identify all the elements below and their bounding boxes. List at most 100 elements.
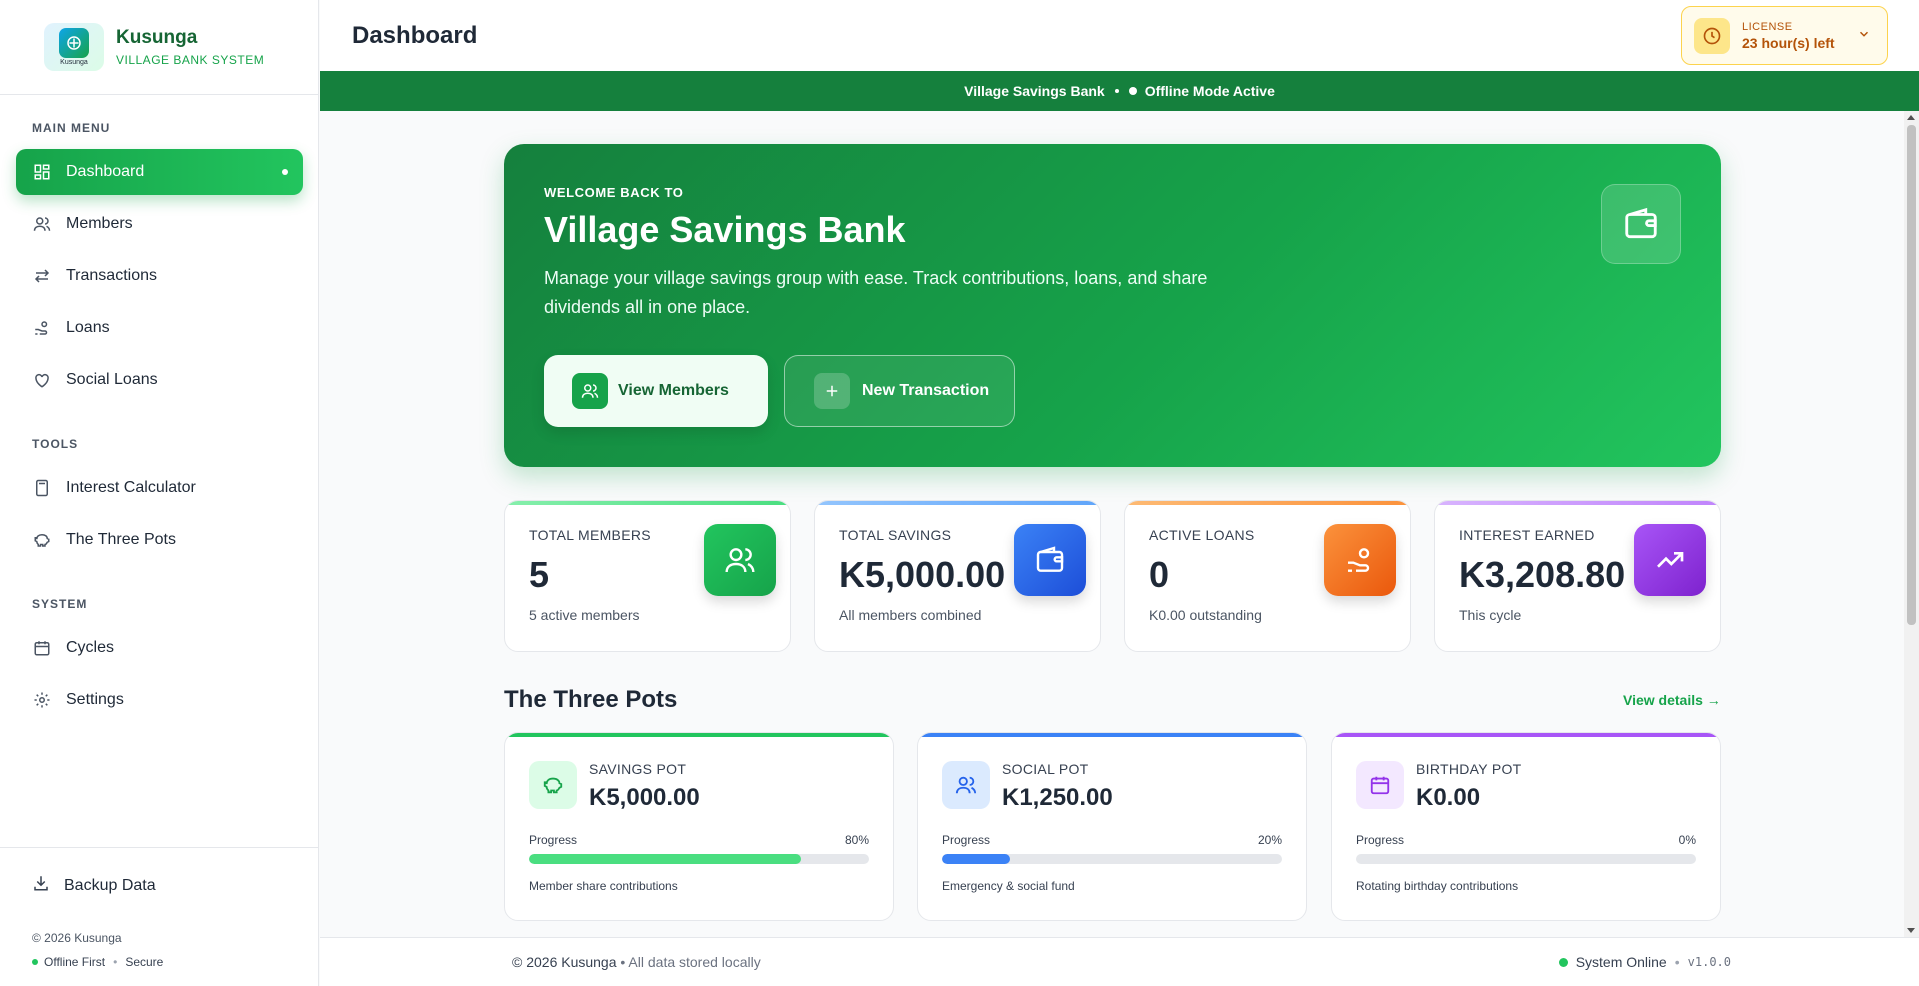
scroll-down-arrow[interactable] (1907, 928, 1915, 933)
stat-value: K3,208.80 (1459, 554, 1626, 595)
download-icon (32, 874, 50, 897)
pot-value: K1,250.00 (1002, 784, 1113, 811)
dashboard-icon (32, 162, 52, 182)
backup-data-button[interactable]: Backup Data (32, 874, 156, 897)
view-details-link[interactable]: View details → (1623, 692, 1721, 708)
pot-accent-bar (1332, 733, 1720, 737)
pot-label: SAVINGS POT (589, 761, 687, 777)
brand-name: Kusunga (116, 27, 198, 48)
calendar-icon (32, 638, 52, 658)
pot-accent-bar (505, 733, 893, 737)
system-status: System Online (1575, 954, 1667, 970)
calculator-icon (32, 478, 52, 498)
footer-right: System Online • v1.0.0 (1558, 954, 1731, 970)
users-icon (942, 761, 990, 809)
progress-percent: 20% (1257, 833, 1282, 847)
banner-bank-name: Village Savings Bank (964, 83, 1105, 99)
progress-track (942, 854, 1282, 864)
wallet-icon (1601, 184, 1681, 264)
users-icon (32, 214, 52, 234)
progress-label: Progress (1356, 833, 1405, 847)
flag-separator: • (113, 955, 118, 969)
stat-sub: This cycle (1459, 607, 1522, 623)
pot-card-birthday: BIRTHDAY POT K0.00 Progress 0% Rotating … (1331, 732, 1721, 921)
topbar: Dashboard LICENSE 23 hour(s) left (320, 0, 1919, 71)
progress-track (1356, 854, 1696, 864)
pot-value: K0.00 (1416, 784, 1481, 811)
sidebar-item-label: Cycles (66, 639, 115, 656)
sidebar-item-three-pots[interactable]: The Three Pots (16, 517, 303, 563)
main-content: WELCOME BACK TO Village Savings Bank Man… (320, 111, 1919, 937)
progress-fill (529, 854, 801, 864)
sidebar-item-dashboard[interactable]: Dashboard (16, 149, 303, 195)
version-label: v1.0.0 (1687, 955, 1731, 969)
brand[interactable]: Kusunga Kusunga VILLAGE BANK SYSTEM (0, 0, 318, 95)
system-label: SYSTEM (32, 597, 88, 611)
online-status-dot (1558, 957, 1568, 967)
three-pots-title: The Three Pots (504, 686, 678, 713)
new-transaction-label: New Transaction (862, 382, 990, 399)
stat-sub: All members combined (839, 607, 982, 623)
online-dot (32, 959, 38, 965)
stat-accent-bar (1435, 501, 1720, 505)
sidebar-item-settings[interactable]: Settings (16, 677, 303, 723)
scroll-thumb[interactable] (1907, 125, 1916, 625)
stat-card-active-loans: ACTIVE LOANS 0 K0.00 outstanding (1124, 500, 1411, 652)
stat-card-interest-earned: INTEREST EARNED K3,208.80 This cycle (1434, 500, 1721, 652)
stat-value: 5 (529, 554, 550, 595)
scroll-up-arrow[interactable] (1907, 115, 1915, 120)
sidebar-item-transactions[interactable]: Transactions (16, 253, 303, 299)
page-title: Dashboard (352, 22, 478, 49)
stat-card-total-savings: TOTAL SAVINGS K5,000.00 All members comb… (814, 500, 1101, 652)
users-icon (704, 524, 776, 596)
progress-percent: 0% (1678, 833, 1696, 847)
pot-card-social: SOCIAL POT K1,250.00 Progress 20% Emerge… (917, 732, 1307, 921)
license-label: LICENSE (1742, 20, 1793, 33)
pot-description: Emergency & social fund (942, 879, 1075, 893)
sidebar-item-label: Social Loans (66, 371, 158, 388)
gear-icon (32, 690, 52, 710)
plus-icon (814, 373, 850, 409)
new-transaction-button[interactable]: New Transaction (784, 355, 1015, 427)
transfer-icon (32, 266, 52, 286)
view-members-label: View Members (618, 382, 729, 399)
banner-mode: Offline Mode Active (1144, 83, 1275, 99)
license-dropdown[interactable]: LICENSE 23 hour(s) left (1681, 6, 1888, 65)
pot-description: Rotating birthday contributions (1356, 879, 1519, 893)
brand-subtitle: VILLAGE BANK SYSTEM (116, 53, 265, 67)
main-scrollbar[interactable] (1904, 111, 1919, 937)
footer-left: © 2026 Kusunga • All data stored locally (512, 954, 761, 970)
sidebar-item-cycles[interactable]: Cycles (16, 625, 303, 671)
progress-percent: 80% (844, 833, 869, 847)
sidebar-item-members[interactable]: Members (16, 201, 303, 247)
calendar-icon (1356, 761, 1404, 809)
secure-flag: Secure (125, 955, 164, 969)
users-icon (572, 373, 608, 409)
view-members-button[interactable]: View Members (544, 355, 768, 427)
logo-text: Kusunga (60, 59, 88, 66)
wallet-icon (1014, 524, 1086, 596)
sidebar-flags: Offline First • Secure (32, 955, 163, 969)
footer-separator: • (1674, 954, 1680, 970)
banner-separator (1114, 89, 1119, 93)
sidebar-item-loans[interactable]: Loans (16, 305, 303, 351)
offline-first-flag: Offline First (44, 955, 106, 969)
sidebar-footer: Backup Data © 2026 Kusunga Offline First… (0, 847, 319, 986)
footer: © 2026 Kusunga • All data stored locally… (320, 937, 1919, 986)
sidebar-item-interest-calculator[interactable]: Interest Calculator (16, 465, 303, 511)
sidebar-item-label: Transactions (66, 267, 157, 284)
sidebar-item-social-loans[interactable]: Social Loans (16, 357, 303, 403)
hand-coins-icon (1324, 524, 1396, 596)
pot-description: Member share contributions (529, 879, 678, 893)
stat-sub: K0.00 outstanding (1149, 607, 1262, 623)
progress-label: Progress (529, 833, 578, 847)
pot-accent-bar (918, 733, 1306, 737)
backup-label: Backup Data (64, 876, 156, 894)
trending-up-icon (1634, 524, 1706, 596)
pot-label: BIRTHDAY POT (1416, 761, 1522, 777)
progress-label: Progress (942, 833, 991, 847)
stat-label: INTEREST EARNED (1459, 527, 1595, 543)
heart-icon (32, 370, 52, 390)
stat-label: TOTAL SAVINGS (839, 527, 952, 543)
pot-value: K5,000.00 (589, 784, 700, 811)
